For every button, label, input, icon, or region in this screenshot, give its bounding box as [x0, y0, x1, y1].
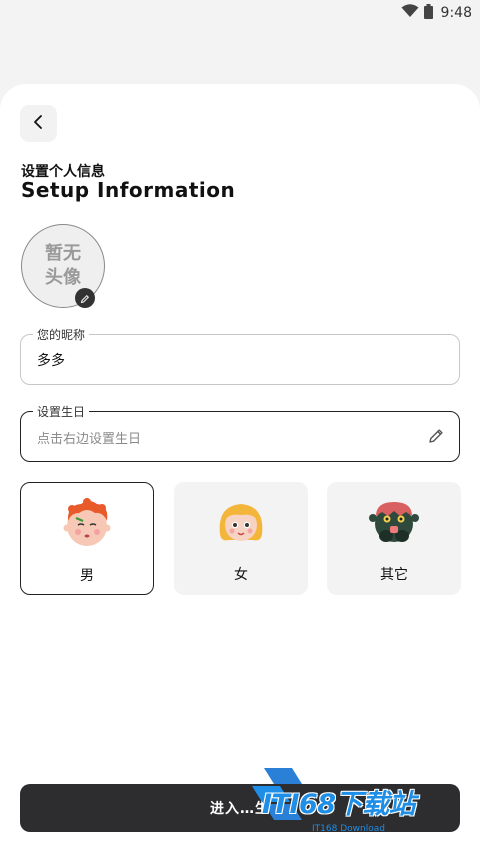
nickname-field[interactable]: 您的昵称 多多 [20, 326, 460, 385]
gender-label-other: 其它 [380, 567, 408, 583]
girl-avatar-icon [213, 494, 269, 550]
pencil-icon[interactable] [427, 427, 445, 449]
birthday-label: 设置生日 [33, 403, 90, 420]
watermark-subtext: IT168 Download [312, 824, 385, 834]
birthday-placeholder: 点击右边设置生日 [37, 432, 142, 447]
page-title-en: Setup Information [21, 178, 236, 202]
status-time: 9:48 [440, 5, 472, 21]
avatar-edit-button[interactable] [75, 288, 95, 308]
gender-label-male: 男 [80, 568, 94, 584]
chevron-left-icon [33, 114, 45, 133]
watermark-text: ITI68下载站 [262, 789, 416, 820]
monster-avatar-icon [366, 494, 422, 550]
nickname-label: 您的昵称 [33, 326, 90, 343]
gender-label-female: 女 [234, 567, 248, 583]
status-bar: 9:48 [0, 0, 480, 26]
wifi-icon [401, 4, 419, 22]
gender-option-other[interactable]: 其它 [327, 482, 461, 595]
back-button[interactable] [20, 105, 57, 142]
status-icons [401, 3, 433, 23]
watermark: ITI68下载站 IT168 Download [240, 760, 480, 840]
gender-option-male[interactable]: 男 [20, 482, 154, 595]
boy-avatar-icon [59, 495, 115, 551]
pencil-icon [80, 289, 90, 308]
birthday-field[interactable]: 设置生日 点击右边设置生日 [20, 403, 460, 462]
setup-sheet: 设置个人信息 Setup Information 暂无头像 您的昵称 多多 设置… [0, 84, 480, 853]
nickname-value[interactable]: 多多 [37, 350, 65, 370]
battery-icon [423, 3, 433, 23]
avatar-placeholder-text: 暂无头像 [45, 243, 81, 288]
gender-option-female[interactable]: 女 [174, 482, 308, 595]
